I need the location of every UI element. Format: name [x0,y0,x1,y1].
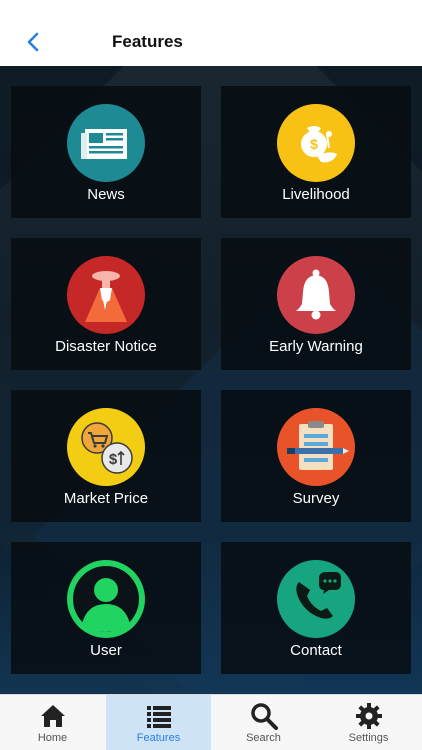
volcano-icon [67,256,145,334]
navigation-bar: Features [0,0,422,66]
tab-features[interactable]: Features [106,695,211,750]
tab-label: Features [136,732,181,744]
back-button[interactable] [22,28,46,56]
chevron-left-icon [27,32,39,52]
clipboard-pen-icon [277,408,355,486]
gear-icon [355,703,382,729]
feature-label: News [87,186,125,203]
search-icon [250,703,278,730]
tab-home[interactable]: Home [0,695,105,750]
feature-label: Livelihood [282,186,350,203]
feature-tile-disaster-notice[interactable]: Disaster Notice [11,238,201,370]
features-grid: News $ Livelihood Disaster Notice Early … [0,66,422,694]
bell-icon [277,256,355,334]
feature-tile-news[interactable]: News [11,86,201,218]
feature-tile-market-price[interactable]: $ Market Price [11,390,201,522]
feature-label: User [90,642,122,659]
feature-label: Early Warning [269,338,363,355]
svg-text:$: $ [109,451,118,468]
feature-tile-livelihood[interactable]: $ Livelihood [221,86,411,218]
feature-tile-user[interactable]: User [11,542,201,674]
home-icon [40,705,65,727]
feature-label: Contact [290,642,342,659]
tab-settings[interactable]: Settings [316,695,421,750]
list-icon [146,706,171,728]
feature-label: Survey [292,490,340,507]
tab-bar: Home Features Search Settings [0,694,422,750]
tab-label: Search [246,732,281,744]
user-icon [67,560,145,638]
svg-text:$: $ [310,136,318,152]
feature-tile-contact[interactable]: Contact [221,542,411,674]
feature-tile-survey[interactable]: Survey [221,390,411,522]
tab-label: Home [37,732,68,744]
feature-tile-early-warning[interactable]: Early Warning [221,238,411,370]
feature-label: Market Price [63,490,149,507]
newspaper-icon [67,104,145,182]
phone-chat-icon [277,560,355,638]
page-title: Features [112,32,183,51]
money-bag-icon: $ [277,104,355,182]
tab-search[interactable]: Search [211,695,316,750]
tab-label: Settings [348,732,389,744]
feature-label: Disaster Notice [55,338,157,355]
cart-exchange-icon: $ [67,408,145,486]
